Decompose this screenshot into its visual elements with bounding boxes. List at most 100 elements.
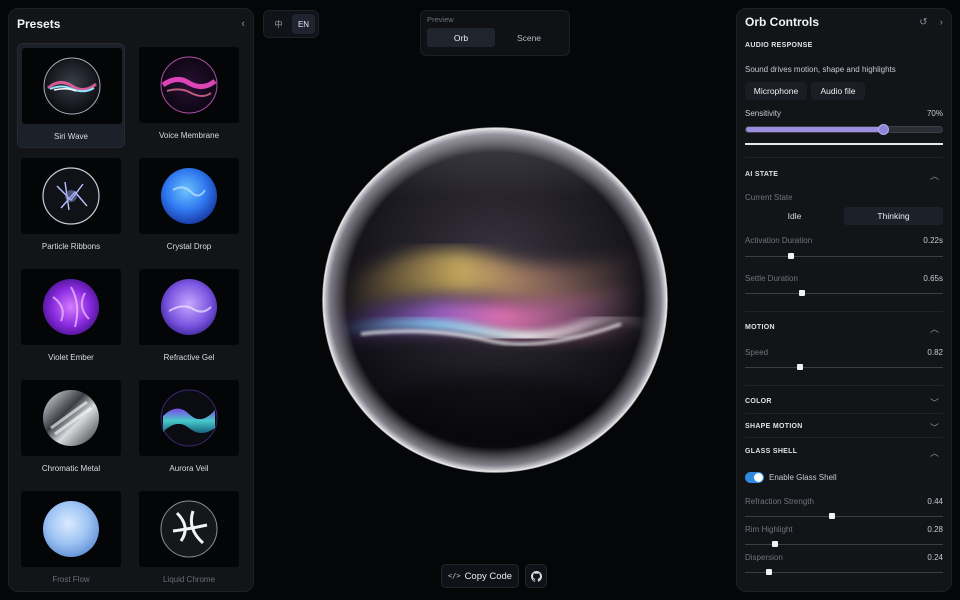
ai-state-chevron-up-icon[interactable]: ︿	[930, 169, 939, 182]
language-toggle: 中 EN	[263, 10, 319, 38]
preset-name: Violet Ember	[48, 353, 94, 362]
sensitivity-thumb[interactable]	[878, 124, 890, 135]
preset-grid: Siri Wave Voice Membrane Particle Ribbon…	[17, 43, 249, 591]
collapse-controls-chevron-icon[interactable]: ›	[940, 17, 943, 28]
preview-switcher: Preview Orb Scene	[420, 10, 570, 56]
dispersion-label: Dispersion	[745, 553, 783, 562]
refraction-strength-slider[interactable]	[745, 516, 943, 517]
current-state-label: Current State	[745, 193, 793, 202]
preview-label: Preview	[427, 15, 454, 24]
section-ai-state: AI STATE	[745, 171, 779, 178]
section-glass-shell: GLASS SHELL	[745, 448, 798, 455]
audio-description: Sound drives motion, shape and highlight…	[745, 65, 896, 74]
activation-duration-label: Activation Duration	[745, 236, 813, 245]
settle-duration-value: 0.65s	[923, 274, 943, 283]
chromatic-metal-orb-icon	[21, 380, 121, 456]
preset-chromatic-metal[interactable]: Chromatic Metal	[17, 376, 125, 481]
dispersion-thumb[interactable]	[765, 569, 772, 575]
activation-duration-value: 0.22s	[923, 236, 943, 245]
preset-violet-ember[interactable]: Violet Ember	[17, 265, 125, 370]
section-audio-response: AUDIO RESPONSE	[745, 42, 813, 49]
activation-duration-slider[interactable]	[745, 256, 943, 257]
preset-refractive-gel[interactable]: Refractive Gel	[135, 265, 243, 370]
preset-frost-flow[interactable]: Frost Flow	[17, 487, 125, 591]
state-idle[interactable]: Idle	[745, 207, 844, 225]
enable-glass-shell-label: Enable Glass Shell	[769, 473, 837, 482]
preset-name: Aurora Veil	[169, 464, 209, 473]
preset-name: Liquid Chrome	[162, 575, 216, 584]
rim-highlight-thumb[interactable]	[771, 541, 778, 547]
glass-shell-chevron-up-icon[interactable]: ︿	[930, 446, 939, 459]
github-icon	[530, 570, 542, 582]
code-icon: </>	[447, 572, 461, 580]
settle-duration-label: Settle Duration	[745, 274, 798, 283]
preset-aurora-veil[interactable]: Aurora Veil	[135, 376, 243, 481]
siri-wave-orb-icon	[22, 48, 122, 124]
audio-file-button[interactable]: Audio file	[811, 82, 865, 100]
preset-crystal-drop[interactable]: Crystal Drop	[135, 154, 243, 259]
preset-name: Crystal Drop	[166, 242, 212, 251]
preset-voice-membrane[interactable]: Voice Membrane	[135, 43, 243, 148]
motion-chevron-up-icon[interactable]: ︿	[930, 322, 939, 335]
section-shape-motion[interactable]: SHAPE MOTION	[745, 423, 803, 430]
microphone-button[interactable]: Microphone	[745, 82, 807, 100]
activation-duration-thumb[interactable]	[787, 253, 794, 259]
speed-thumb[interactable]	[797, 364, 804, 370]
presets-title: Presets	[17, 17, 61, 31]
settle-duration-thumb[interactable]	[799, 290, 806, 296]
lang-option-en[interactable]: EN	[292, 14, 315, 34]
preview-tabs: Orb Scene	[427, 28, 563, 47]
frost-flow-orb-icon	[21, 491, 121, 567]
sensitivity-fill	[746, 127, 884, 132]
controls-header: Orb Controls ↺ ›	[737, 10, 951, 34]
state-thinking[interactable]: Thinking	[844, 207, 943, 225]
preset-name: Siri Wave	[54, 132, 88, 141]
tab-orb[interactable]: Orb	[427, 28, 495, 47]
voice-membrane-orb-icon	[139, 47, 239, 123]
settle-duration-slider[interactable]	[745, 293, 943, 294]
controls-title: Orb Controls	[745, 15, 819, 29]
preset-name: Particle Ribbons	[41, 242, 101, 251]
preset-name: Refractive Gel	[163, 353, 215, 362]
particle-ribbons-orb-icon	[21, 158, 121, 234]
preset-name: Voice Membrane	[158, 131, 220, 140]
speed-value: 0.82	[927, 348, 943, 357]
refractive-gel-orb-icon	[139, 269, 239, 345]
shape-motion-chevron-down-icon[interactable]: ﹀	[930, 421, 939, 434]
presets-header: Presets ‹	[9, 11, 253, 37]
preset-name: Chromatic Metal	[41, 464, 101, 473]
dispersion-slider[interactable]	[745, 572, 943, 573]
preset-name: Frost Flow	[52, 575, 90, 584]
orb-preview	[322, 127, 668, 473]
color-chevron-down-icon[interactable]: ﹀	[930, 396, 939, 409]
speed-slider[interactable]	[745, 367, 943, 368]
refraction-strength-thumb[interactable]	[829, 513, 836, 519]
preset-liquid-chrome[interactable]: Liquid Chrome	[135, 487, 243, 591]
tab-scene[interactable]: Scene	[495, 28, 563, 47]
copy-code-label: Copy Code	[464, 570, 513, 582]
presets-panel: Presets ‹ Siri Wave Voice Membrane Parti…	[8, 8, 254, 592]
enable-glass-shell-toggle[interactable]	[745, 472, 764, 483]
sensitivity-underline	[745, 143, 943, 145]
preset-particle-ribbons[interactable]: Particle Ribbons	[17, 154, 125, 259]
lang-option-zh[interactable]: 中	[267, 14, 290, 34]
collapse-presets-chevron-icon[interactable]: ‹	[241, 18, 245, 30]
state-tabs: Idle Thinking	[745, 207, 943, 225]
refraction-strength-label: Refraction Strength	[745, 497, 814, 506]
aurora-veil-orb-icon	[139, 380, 239, 456]
rim-highlight-value: 0.28	[927, 525, 943, 534]
liquid-chrome-orb-icon	[139, 491, 239, 567]
sensitivity-label: Sensitivity	[745, 109, 782, 118]
reset-icon[interactable]: ↺	[919, 17, 927, 28]
copy-code-button[interactable]: </> Copy Code	[441, 564, 519, 588]
section-color[interactable]: COLOR	[745, 398, 772, 405]
orb-controls-panel: Orb Controls ↺ › AUDIO RESPONSE Sound dr…	[736, 8, 952, 592]
speed-label: Speed	[745, 348, 769, 357]
section-motion: MOTION	[745, 324, 775, 331]
sensitivity-slider[interactable]	[745, 124, 943, 135]
sensitivity-value: 70%	[926, 109, 943, 118]
github-button[interactable]	[525, 564, 547, 588]
dispersion-value: 0.24	[927, 553, 943, 562]
preset-siri-wave[interactable]: Siri Wave	[17, 43, 125, 148]
rim-highlight-label: Rim Highlight	[745, 525, 793, 534]
